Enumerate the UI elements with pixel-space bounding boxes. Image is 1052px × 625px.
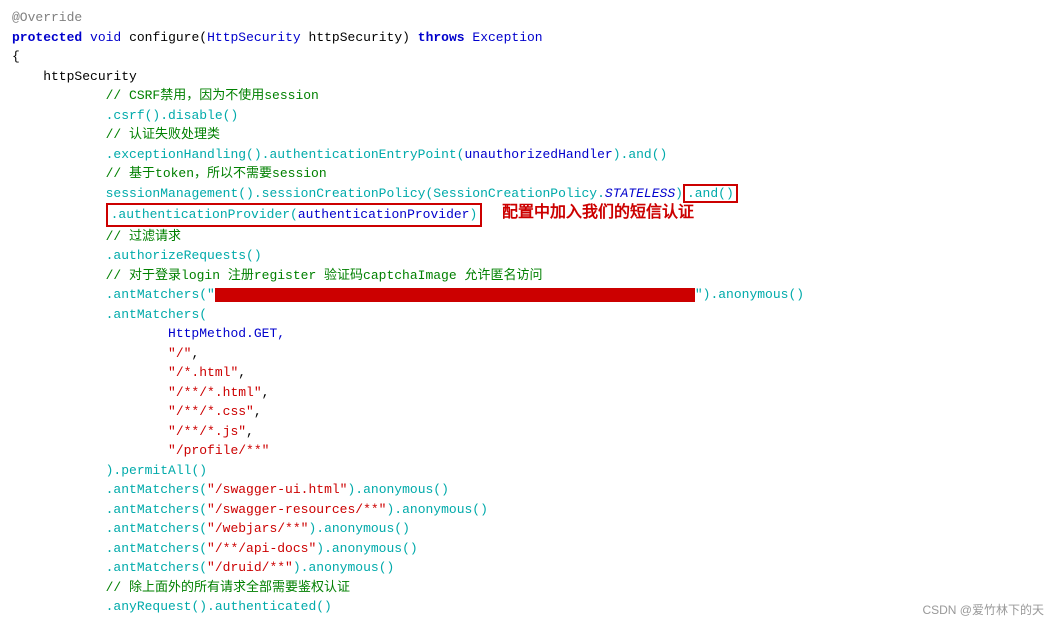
code-authorize: .authorizeRequests(): [106, 248, 262, 263]
line-17: HttpMethod.GET,: [12, 324, 1040, 344]
code-swagger-ui: .antMatchers("/swagger-ui.html").anonymo…: [106, 482, 449, 497]
comment-csrf: // CSRF禁用，因为不使用session: [106, 88, 319, 103]
auth-provider-box: .authenticationProvider(authenticationPr…: [106, 203, 483, 227]
line-15: .antMatchers("").anonymous(): [12, 285, 1040, 305]
line-19: "/*.html",: [12, 363, 1040, 383]
and-box: .and(): [683, 184, 738, 203]
line-5: // CSRF禁用，因为不使用session: [12, 86, 1040, 106]
comment-auth-all: // 除上面外的所有请求全部需要鉴权认证: [106, 580, 350, 595]
keyword-protected: protected: [12, 30, 82, 45]
line-20: "/**/*.html",: [12, 383, 1040, 403]
annotation-override: @Override: [12, 10, 82, 25]
line-31: .anyRequest().authenticated(): [12, 597, 1040, 617]
code-permitall: ).permitAll(): [106, 463, 207, 478]
line-8: .exceptionHandling().authenticationEntry…: [12, 145, 1040, 165]
method-name: configure: [129, 30, 199, 45]
code-webjars: .antMatchers("/webjars/**").anonymous(): [106, 521, 410, 536]
line-14: // 对于登录login 注册register 验证码captchaImage …: [12, 266, 1040, 286]
type-httpsecurity: HttpSecurity: [207, 30, 301, 45]
line-30: // 除上面外的所有请求全部需要鉴权认证: [12, 578, 1040, 598]
code-session: sessionManagement().sessionCreationPolic…: [106, 186, 683, 201]
keyword-throws: throws: [418, 30, 465, 45]
line-22: "/**/*.js",: [12, 422, 1040, 442]
code-anyrequest: .anyRequest().authenticated(): [106, 599, 332, 614]
comment-anon: // 对于登录login 注册register 验证码captchaImage …: [106, 268, 543, 283]
stateless-keyword: STATELESS: [605, 186, 675, 201]
string-root: "/": [168, 346, 191, 361]
annotation-text: 配置中加入我们的短信认证: [502, 201, 694, 225]
code-api-docs: .antMatchers("/**/api-docs").anonymous(): [106, 541, 418, 556]
line-11-container: .authenticationProvider(authenticationPr…: [12, 203, 1040, 227]
string-html1: "/*.html": [168, 365, 238, 380]
line-21: "/**/*.css",: [12, 402, 1040, 422]
line-1: @Override: [12, 8, 1040, 28]
comment-filter: // 过滤请求: [106, 229, 181, 244]
code-antmatchers-2: .antMatchers(: [106, 307, 207, 322]
line-9: // 基于token，所以不需要session: [12, 164, 1040, 184]
code-auth-provider: .authenticationProvider(authenticationPr…: [111, 207, 478, 222]
line-23: "/profile/**": [12, 441, 1040, 461]
line-3: {: [12, 47, 1040, 67]
watermark: CSDN @爱竹林下的天: [922, 601, 1044, 619]
line-29: .antMatchers("/druid/**").anonymous(): [12, 558, 1040, 578]
line-4: httpSecurity: [12, 67, 1040, 87]
line-6: .csrf().disable(): [12, 106, 1040, 126]
code-csrf-disable: .csrf().disable(): [106, 108, 239, 123]
line-18: "/",: [12, 344, 1040, 364]
param-httpsecurity: httpSecurity: [309, 30, 403, 45]
line-7: // 认证失败处理类: [12, 125, 1040, 145]
type-exception: Exception: [472, 30, 542, 45]
string-profile: "/profile/**": [168, 443, 269, 458]
line-16: .antMatchers(: [12, 305, 1040, 325]
code-httpmethod: HttpMethod.GET,: [168, 326, 285, 341]
code-swagger-resources: .antMatchers("/swagger-resources/**").an…: [106, 502, 488, 517]
redacted-url: [215, 288, 695, 302]
keyword-void: void: [90, 30, 121, 45]
comment-token: // 基于token，所以不需要session: [106, 166, 327, 181]
line-2: protected void configure(HttpSecurity ht…: [12, 28, 1040, 48]
line-27: .antMatchers("/webjars/**").anonymous(): [12, 519, 1040, 539]
line-26: .antMatchers("/swagger-resources/**").an…: [12, 500, 1040, 520]
code-druid: .antMatchers("/druid/**").anonymous(): [106, 560, 395, 575]
line-12: // 过滤请求: [12, 227, 1040, 247]
string-html2: "/**/*.html": [168, 385, 262, 400]
line-25: .antMatchers("/swagger-ui.html").anonymo…: [12, 480, 1040, 500]
string-js: "/**/*.js": [168, 424, 246, 439]
line-13: .authorizeRequests(): [12, 246, 1040, 266]
code-antmatchers-1: .antMatchers("").anonymous(): [106, 287, 804, 302]
code-exception: .exceptionHandling().authenticationEntry…: [106, 147, 668, 162]
comment-auth-fail: // 认证失败处理类: [106, 127, 220, 142]
string-css: "/**/*.css": [168, 404, 254, 419]
line-28: .antMatchers("/**/api-docs").anonymous(): [12, 539, 1040, 559]
line-24: ).permitAll(): [12, 461, 1040, 481]
